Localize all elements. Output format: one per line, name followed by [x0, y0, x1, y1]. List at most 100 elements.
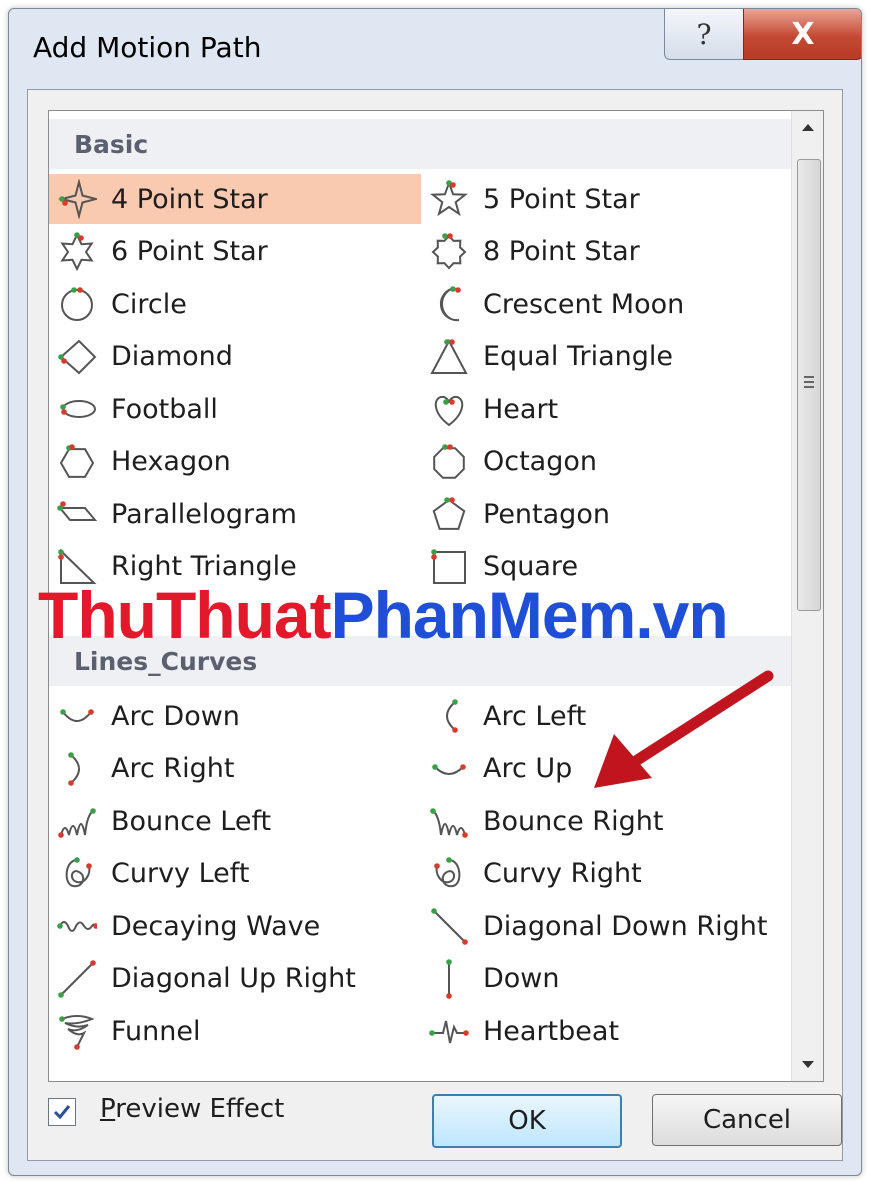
motion-path-item-eight-point-star[interactable]: 8 Point Star [421, 227, 791, 277]
motion-path-item-six-point-star[interactable]: 6 Point Star [49, 227, 421, 277]
motion-path-item-football[interactable]: Football [49, 384, 421, 434]
motion-path-label: 5 Point Star [483, 183, 640, 215]
cancel-button[interactable]: Cancel [652, 1094, 842, 1146]
preview-effect-label[interactable]: Preview Effect [100, 1094, 284, 1124]
arc-down-icon [60, 709, 94, 722]
motion-path-label: Arc Left [483, 700, 587, 732]
motion-path-item-bounce-left[interactable]: Bounce Left [49, 796, 421, 846]
motion-path-label: Equal Triangle [483, 341, 673, 372]
motion-path-item-diagonal-up-right[interactable]: Diagonal Up Right [49, 954, 421, 1004]
help-icon: ? [696, 17, 712, 51]
hexagon-icon [59, 443, 95, 478]
down-icon [446, 958, 452, 999]
parallelogram-icon [57, 501, 97, 521]
motion-path-label: Pentagon [483, 498, 610, 530]
funnel-icon [59, 1015, 95, 1050]
motion-path-item-hexagon[interactable]: Hexagon [49, 437, 421, 487]
motion-path-label: 8 Point Star [483, 236, 640, 267]
help-button[interactable]: ? [664, 9, 744, 60]
motion-path-item-parallelogram[interactable]: Parallelogram [49, 489, 421, 539]
curvy-right-icon [434, 856, 461, 887]
motion-path-item-circle[interactable]: Circle [49, 279, 421, 329]
circle-icon [61, 287, 93, 321]
motion-path-label: Diamond [111, 341, 233, 372]
motion-path-label: Curvy Right [483, 858, 642, 889]
arc-right-icon [68, 751, 80, 786]
motion-path-item-curvy-left[interactable]: Curvy Left [49, 849, 421, 899]
equal-triangle-icon [430, 338, 468, 374]
motion-path-item-arc-down[interactable]: Arc Down [49, 691, 421, 741]
motion-path-item-diamond[interactable]: Diamond [49, 332, 421, 382]
motion-path-label: Bounce Right [483, 805, 664, 837]
motion-path-label: Arc Up [483, 753, 573, 784]
ok-button[interactable]: OK [432, 1094, 622, 1148]
title-bar: Add Motion Path ? X [9, 9, 861, 89]
motion-path-label: 4 Point Star [111, 183, 268, 215]
football-icon [60, 400, 96, 418]
motion-path-label: Heartbeat [483, 1015, 620, 1047]
diagonal-down-right-icon [431, 908, 468, 945]
crescent-moon-icon [439, 286, 461, 322]
motion-path-label: Circle [111, 288, 187, 320]
motion-path-item-equal-triangle[interactable]: Equal Triangle [421, 332, 791, 382]
watermark-part-2: PhanMem.vn [330, 578, 729, 652]
scroll-thumb[interactable] [797, 159, 821, 611]
motion-path-item-four-point-star[interactable]: 4 Point Star [49, 174, 421, 224]
heartbeat-icon [429, 1020, 469, 1044]
motion-path-item-down[interactable]: Down [421, 954, 791, 1004]
close-button[interactable]: X [743, 9, 861, 60]
preview-effect-checkbox[interactable] [48, 1098, 76, 1126]
vertical-scrollbar[interactable] [791, 111, 823, 1081]
scroll-up-icon [802, 124, 814, 131]
motion-path-label: Heart [483, 393, 559, 425]
motion-path-item-heartbeat[interactable]: Heartbeat [421, 1006, 791, 1056]
motion-path-label: Down [483, 963, 560, 994]
five-point-star-icon [430, 180, 468, 217]
motion-path-item-decaying-wave[interactable]: Decaying Wave [49, 901, 421, 951]
scroll-grip-icon [804, 376, 814, 391]
motion-path-label: Arc Down [111, 700, 240, 732]
motion-path-item-crescent-moon[interactable]: Crescent Moon [421, 279, 791, 329]
motion-path-item-funnel[interactable]: Funnel [49, 1006, 421, 1056]
motion-path-label: Curvy Left [111, 858, 250, 889]
octagon-icon [433, 443, 465, 479]
motion-path-item-diagonal-down-right[interactable]: Diagonal Down Right [421, 901, 791, 951]
group-header-basic: Basic [49, 119, 791, 169]
motion-path-item-bounce-right[interactable]: Bounce Right [421, 796, 791, 846]
motion-path-label: Decaying Wave [111, 910, 321, 942]
motion-path-item-octagon[interactable]: Octagon [421, 437, 791, 487]
arc-left-icon [446, 699, 458, 733]
bounce-left-icon [58, 808, 96, 838]
pentagon-icon [432, 497, 466, 530]
watermark-part-1: ThuThuat [38, 578, 332, 652]
diagonal-up-right-icon [58, 959, 96, 998]
motion-path-label: Hexagon [111, 446, 231, 477]
eight-point-star-icon [431, 232, 467, 269]
motion-path-item-heart[interactable]: Heart [421, 384, 791, 434]
checkmark-icon [53, 1105, 71, 1120]
motion-path-label: 6 Point Star [111, 236, 268, 267]
scroll-down-button[interactable] [792, 1049, 823, 1081]
red-arrow-annotation [594, 670, 774, 788]
motion-path-item-five-point-star[interactable]: 5 Point Star [421, 174, 791, 224]
motion-path-label: Octagon [483, 446, 597, 477]
motion-path-item-arc-right[interactable]: Arc Right [49, 744, 421, 794]
motion-path-label: Diagonal Up Right [111, 963, 356, 994]
motion-path-item-pentagon[interactable]: Pentagon [421, 489, 791, 539]
arc-up-icon [432, 763, 466, 775]
watermark: ThuThuatPhanMem.vn [38, 582, 729, 648]
scroll-up-button[interactable] [792, 111, 823, 143]
curvy-left-icon [65, 856, 92, 887]
heart-icon [434, 395, 464, 427]
motion-path-label: Football [111, 393, 218, 425]
bounce-right-icon [430, 808, 468, 838]
motion-path-label: Diagonal Down Right [483, 910, 768, 942]
four-point-star-icon [58, 179, 97, 219]
preview-effect-text: review Effect [115, 1094, 285, 1124]
motion-path-label: Parallelogram [111, 498, 297, 530]
six-point-star-icon [60, 231, 94, 271]
motion-path-item-curvy-right[interactable]: Curvy Right [421, 849, 791, 899]
motion-path-label: Bounce Left [111, 805, 272, 837]
motion-path-label: Arc Right [111, 753, 235, 784]
group-header-label: Basic [74, 130, 149, 159]
